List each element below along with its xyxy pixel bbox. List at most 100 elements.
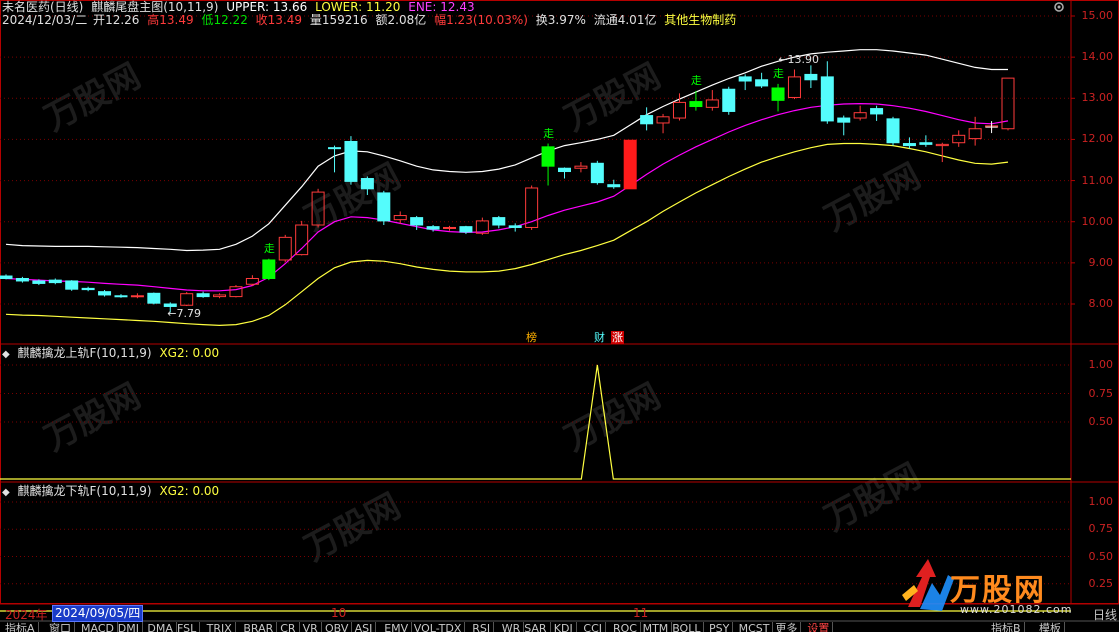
candle-body (771, 87, 785, 101)
limit-up-tag: 涨 (611, 331, 624, 344)
candle-body (278, 236, 292, 261)
time-axis: 2024年 2024/09/05/四 10 11 日线 (0, 605, 1119, 623)
candle-body (295, 224, 309, 256)
tab-10[interactable]: OBV (322, 622, 353, 632)
sector-label[interactable]: 其他生物制药 (664, 13, 736, 27)
candle-body (804, 73, 818, 81)
tab-18[interactable]: CCI (580, 622, 606, 632)
tab-8[interactable]: CR (277, 622, 300, 632)
sub1-xg2: XG2: 0.00 (159, 346, 220, 360)
header-row-2: 2024/12/03/二 开12.26 高13.49 低12.22 收13.49… (2, 13, 737, 27)
sub1-axis: 1.00 0.75 0.50 (1071, 344, 1119, 482)
candle-body (935, 143, 949, 147)
tab-19[interactable]: ROC (610, 622, 641, 632)
chart-frame (0, 0, 1119, 604)
price-tick-label: 9.00 (1088, 255, 1114, 269)
settings-icon[interactable] (1053, 1, 1065, 13)
tab-right-1[interactable]: 模板 (1036, 622, 1065, 632)
price-tick-label: 12.00 (1081, 132, 1114, 146)
tab-2[interactable]: MACD (78, 622, 118, 632)
tab-3[interactable]: DMI (115, 622, 144, 632)
tab-4[interactable]: DMA (144, 622, 177, 632)
candle-body (114, 295, 128, 298)
tab-17[interactable]: KDJ (551, 622, 577, 632)
candle-body (886, 118, 900, 144)
sub1-header: ◆ 麒麟擒龙上轨F(10,11,9) XG2: 0.00 (2, 346, 223, 362)
ene-value: ENE: 12.43 (408, 0, 475, 14)
candle-body (443, 226, 457, 229)
indicator-name: 麒麟尾盘主图(10,11,9) (91, 0, 219, 14)
tab-7[interactable]: BRAR (240, 622, 278, 632)
tab-14[interactable]: RSI (469, 622, 495, 632)
sub2-title: 麒麟擒龙下轨F(10,11,9) (17, 484, 152, 498)
candle-body (344, 140, 358, 182)
low-value: 12.22 (213, 13, 248, 27)
sub2-tick-label: 1.00 (1088, 495, 1114, 508)
tab-right-0[interactable]: 指标B (988, 622, 1025, 632)
candle-body (607, 184, 621, 188)
candle-body (377, 192, 391, 222)
candle-body (98, 291, 112, 296)
candle-body (837, 117, 851, 123)
upper-band-line (5, 49, 1008, 252)
candle-body (541, 146, 555, 167)
candle-body (952, 134, 966, 144)
candle-body (590, 162, 604, 184)
tab-25[interactable]: 设置 (804, 622, 834, 632)
candle-body (328, 147, 342, 150)
sub1-title: 麒麟擒龙上轨F(10,11,9) (17, 346, 152, 360)
tab-9[interactable]: VR (300, 622, 322, 632)
candle-body (640, 115, 654, 125)
walk-signal-label: 走 (690, 73, 702, 87)
tab-21[interactable]: BOLL (669, 622, 705, 632)
period-label[interactable]: 日线 (1093, 606, 1117, 623)
volume-value: 159216 (321, 13, 368, 27)
tab-16[interactable]: SAR (521, 622, 551, 632)
candle-body (738, 76, 752, 82)
candle-body (15, 277, 29, 282)
tab-20[interactable]: MTM (640, 622, 673, 632)
price-tick-label: 11.00 (1081, 173, 1114, 187)
candle-body (623, 139, 637, 190)
tab-11[interactable]: ASI (352, 622, 377, 632)
tab-23[interactable]: MCST (736, 622, 774, 632)
tab-24[interactable]: 更多 (772, 622, 802, 632)
sub1-tick-label: 0.50 (1088, 415, 1114, 428)
tab-1[interactable]: 窗口 (46, 622, 75, 632)
candle-body (755, 79, 769, 87)
price-tick-label: 14.00 (1081, 50, 1114, 64)
candle-body (722, 88, 736, 112)
tab-6[interactable]: TRIX (204, 622, 236, 632)
sub1-tick-label: 1.00 (1088, 358, 1114, 371)
collapse-icon[interactable]: ◆ (2, 487, 10, 498)
candle-body (870, 108, 884, 115)
tab-5[interactable]: FSL (174, 622, 201, 632)
header-row-1: 未名医药(日线) 麒麟尾盘主图(10,11,9) UPPER: 13.66 LO… (2, 0, 479, 14)
high-value: 13.49 (159, 13, 194, 27)
candle-body (410, 217, 424, 226)
candle-body (147, 292, 161, 304)
month-10-label: 10 (331, 606, 347, 620)
collapse-icon[interactable]: ◆ (2, 349, 10, 360)
tab-13[interactable]: VOL-TDX (411, 622, 466, 632)
sub2-header: ◆ 麒麟擒龙下轨F(10,11,9) XG2: 0.00 (2, 484, 223, 500)
price-tick-label: 8.00 (1088, 297, 1114, 310)
candle-body (820, 76, 834, 122)
candle-body (574, 165, 588, 169)
tab-12[interactable]: EMV (381, 622, 413, 632)
close-value: 13.49 (267, 13, 303, 27)
cursor-date: 2024/09/05/四 (52, 605, 144, 622)
tab-22[interactable]: PSY (706, 622, 734, 632)
candle-body (508, 225, 522, 228)
candle-body (393, 215, 407, 221)
amount-value: 2.08亿 (387, 13, 427, 27)
candle-body (672, 101, 686, 119)
candle-body (492, 217, 506, 226)
candle-body (787, 76, 801, 98)
price-axis: 15.00 14.00 13.00 12.00 11.00 10.00 9.00 8.00 (1071, 0, 1119, 344)
candle-body (130, 295, 144, 298)
tab-0[interactable]: 指标A (2, 622, 39, 632)
sub2-xg2: XG2: 0.00 (159, 484, 220, 498)
candle-body (557, 167, 571, 173)
stock-name: 未名医药(日线) (2, 0, 84, 14)
